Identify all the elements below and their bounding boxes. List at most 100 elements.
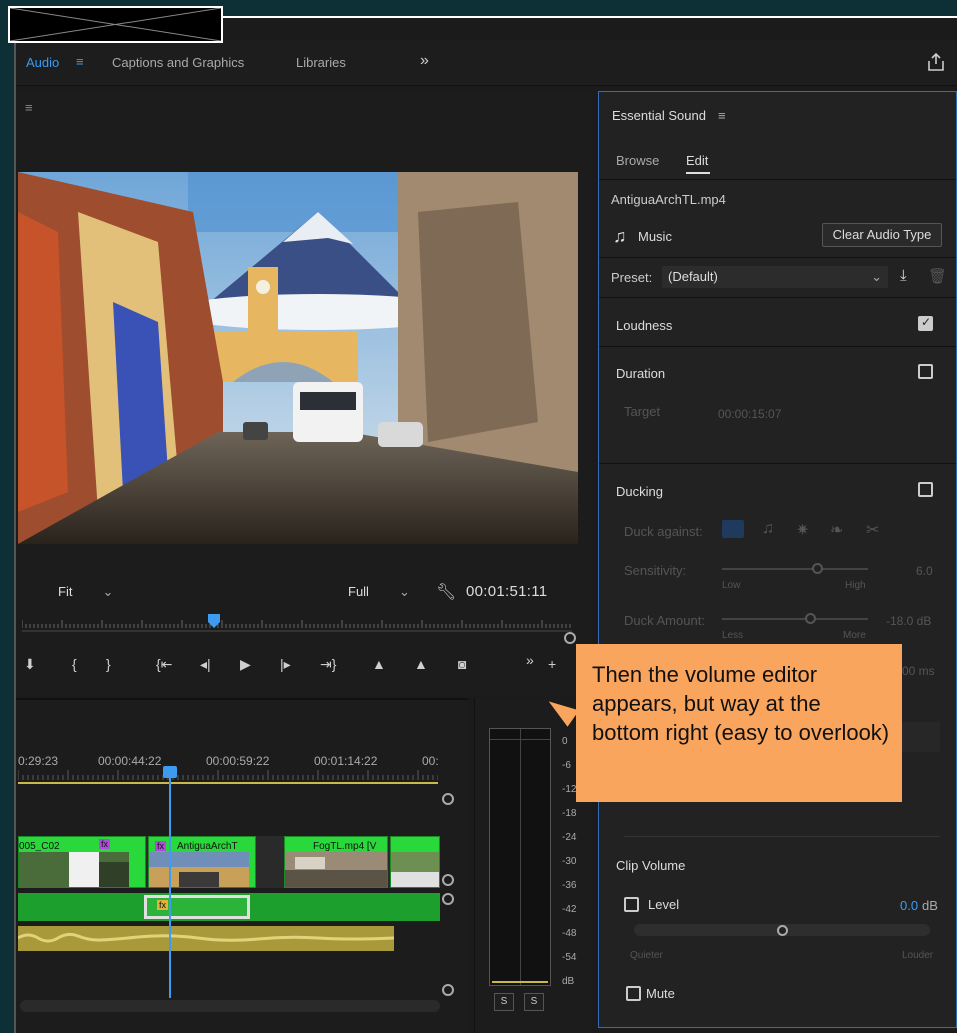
track-scroll-handle[interactable] [442, 984, 454, 996]
workspace-menu-icon[interactable]: ≡ [76, 54, 84, 69]
monitor-time-ruler[interactable] [22, 614, 572, 632]
export-frame-icon[interactable]: ◙ [458, 656, 466, 672]
timeline-playhead[interactable] [169, 766, 171, 998]
selected-audio-clip[interactable]: fx [144, 895, 250, 919]
sensitivity-max: High [845, 580, 866, 591]
go-to-in-icon[interactable]: {⇤ [156, 656, 172, 673]
tab-captions-and-graphics[interactable]: Captions and Graphics [112, 55, 244, 70]
redaction-cross-icon [9, 7, 222, 42]
track-scroll-handle[interactable] [442, 793, 454, 805]
loudness-section[interactable]: Loudness [616, 318, 672, 333]
meter-scale-label: -12 [562, 784, 577, 795]
tab-libraries[interactable]: Libraries [296, 55, 346, 70]
mark-out-icon[interactable]: } [106, 656, 111, 672]
zoom-handle[interactable] [564, 632, 576, 644]
share-icon[interactable] [926, 52, 946, 72]
duck-ambience-icon: ❧ [830, 522, 844, 539]
top-border-line [223, 16, 957, 18]
divider [599, 463, 956, 464]
duck-music-icon: ♫ [762, 520, 774, 537]
preset-value: (Default) [668, 269, 718, 284]
panel-menu-icon[interactable]: ≡ [718, 108, 726, 123]
sensitivity-label: Sensitivity: [624, 563, 687, 578]
meter-scale-label: dB [562, 976, 575, 987]
step-back-icon[interactable]: ◂| [200, 656, 211, 673]
tab-browse[interactable]: Browse [616, 153, 659, 168]
app-window: Audio ≡ Captions and Graphics Libraries … [0, 0, 957, 1033]
clip-thumbnail [285, 852, 387, 887]
solo-button-right[interactable]: S [524, 993, 544, 1011]
duration-checkbox[interactable] [918, 364, 933, 379]
level-unit: dB [922, 898, 938, 913]
level-slider-knob[interactable] [777, 925, 788, 936]
audio-meter [489, 728, 551, 986]
duck-amount-knob [804, 613, 816, 624]
divider [599, 179, 956, 180]
fx-badge: fx [157, 900, 169, 910]
delete-preset-icon: 🗑︎ [928, 268, 948, 285]
target-value: 00:00:15:07 [718, 407, 782, 421]
resolution-dropdown[interactable]: Full ⌄ [348, 581, 410, 603]
duration-section[interactable]: Duration [616, 366, 665, 381]
wrench-icon[interactable]: 🔧︎ [436, 582, 456, 602]
sensitivity-knob [811, 563, 823, 574]
save-preset-icon[interactable]: ⤓ [900, 267, 907, 284]
timeline-clip[interactable]: 005_C02 fx [18, 836, 146, 888]
preset-label: Preset: [611, 270, 653, 285]
ducking-section[interactable]: Ducking [616, 484, 663, 499]
track-scroll-handle[interactable] [442, 874, 454, 886]
play-icon[interactable]: ▶ [240, 656, 251, 673]
resolution-value: Full [348, 584, 369, 599]
clip-volume-section: Clip Volume [616, 858, 686, 873]
extract-icon[interactable]: ▲ [414, 656, 428, 672]
mute-checkbox[interactable] [626, 986, 641, 1001]
timeline-horizontal-scrollbar[interactable] [20, 1000, 440, 1012]
solo-button-left[interactable]: S [494, 993, 514, 1011]
video-track-v1: 005_C02 fx fx AntiguaArchT FogTL.mp4 [V [18, 836, 440, 888]
timeline-timecode: 0:29:23 [18, 754, 59, 768]
more-buttons-icon[interactable]: » [526, 652, 534, 668]
playhead-timecode[interactable]: 00:01:51:11 [466, 583, 547, 600]
more-workspaces-icon[interactable]: » [420, 52, 429, 70]
meter-scale-label: -54 [562, 952, 577, 963]
add-marker-icon[interactable]: ⬇ [24, 656, 36, 673]
clip-thumbnail [19, 852, 129, 887]
preset-dropdown[interactable]: (Default) ⌄ [662, 266, 888, 288]
audio-type-label: Music [638, 229, 672, 244]
active-tab-underline [686, 172, 710, 174]
meter-scale-label: -42 [562, 904, 577, 915]
level-value[interactable]: 0.0 [900, 898, 918, 913]
mark-in-icon[interactable]: { [72, 656, 77, 672]
monitor-menu-icon[interactable]: ≡ [25, 100, 33, 115]
clip-name: AntiguaArchTL.mp4 [611, 192, 726, 207]
timeline-clip[interactable] [390, 836, 440, 888]
timeline-clip[interactable]: FogTL.mp4 [V [284, 836, 388, 888]
fx-badge: fx [155, 841, 167, 851]
duck-amount-max: More [843, 630, 866, 641]
lift-icon[interactable]: ▲ [372, 656, 386, 672]
go-to-out-icon[interactable]: ⇥} [320, 656, 336, 673]
audio-track-a1: fx [18, 893, 440, 921]
work-area-bar[interactable] [18, 782, 438, 784]
loudness-checkbox[interactable]: ✓ [918, 315, 933, 331]
timeline-timecode: 00:01:14:22 [314, 754, 378, 768]
duck-sfx-icon: ✷ [796, 522, 810, 539]
clear-audio-type-button[interactable]: Clear Audio Type [822, 223, 942, 247]
chevron-down-icon: ⌄ [102, 584, 114, 599]
level-label: Level [648, 897, 680, 912]
tab-edit[interactable]: Edit [686, 153, 708, 168]
audio-track-a2[interactable] [17, 926, 395, 951]
divider [624, 836, 940, 837]
button-editor-icon[interactable]: + [548, 656, 556, 672]
video-preview-image [18, 172, 578, 544]
level-checkbox[interactable] [624, 897, 639, 912]
fx-badge: fx [99, 839, 111, 849]
tab-audio[interactable]: Audio [26, 55, 59, 70]
track-scroll-handle[interactable] [442, 893, 454, 905]
audio-waveform [17, 932, 395, 943]
timeline-clip[interactable]: fx AntiguaArchT [148, 836, 256, 888]
zoom-dropdown[interactable]: Fit ⌄ [58, 581, 113, 603]
step-forward-icon[interactable]: |▸ [280, 656, 291, 673]
ducking-checkbox[interactable] [918, 482, 933, 497]
timeline-ruler[interactable] [18, 768, 438, 782]
